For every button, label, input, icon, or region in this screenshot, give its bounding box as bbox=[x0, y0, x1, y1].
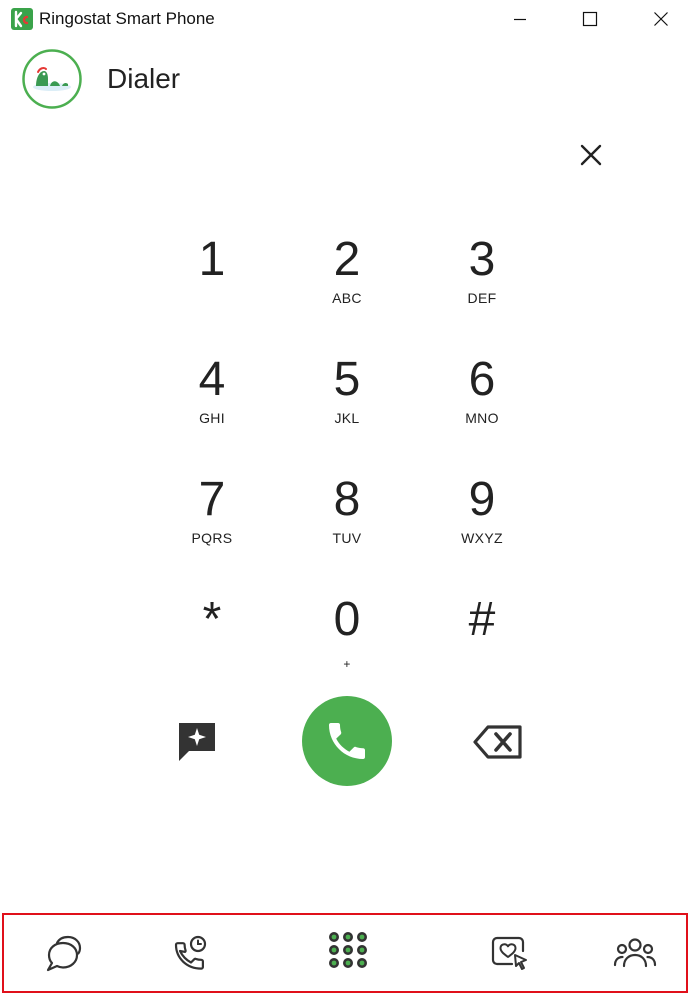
phone-clock-icon bbox=[174, 935, 207, 970]
key-letters: TUV bbox=[332, 530, 362, 546]
key-1[interactable]: 1 bbox=[157, 234, 267, 334]
key-2[interactable]: 2 ABC bbox=[292, 234, 402, 334]
maximize-icon bbox=[582, 11, 598, 27]
key-digit: 9 bbox=[468, 473, 496, 526]
avatar[interactable] bbox=[22, 49, 82, 109]
key-digit: 4 bbox=[198, 353, 226, 406]
key-digit: * bbox=[202, 593, 222, 646]
bottom-navigation bbox=[2, 913, 688, 993]
key-letters: GHI bbox=[199, 410, 225, 426]
key-4[interactable]: 4 GHI bbox=[157, 354, 267, 454]
close-icon bbox=[654, 12, 668, 26]
key-star[interactable]: * bbox=[157, 594, 267, 694]
key-hash[interactable]: # bbox=[427, 594, 537, 694]
key-7[interactable]: 7 PQRS bbox=[157, 474, 267, 574]
key-6[interactable]: 6 MNO bbox=[427, 354, 537, 454]
nav-dialer[interactable] bbox=[313, 915, 383, 991]
send-sms-button[interactable] bbox=[172, 716, 222, 766]
page-title: Dialer bbox=[107, 63, 181, 94]
message-sparkle-icon bbox=[179, 723, 215, 761]
people-icon bbox=[613, 938, 657, 968]
maximize-button[interactable] bbox=[555, 0, 625, 38]
keypad-icon bbox=[329, 932, 367, 968]
key-digit: 5 bbox=[333, 353, 361, 406]
key-digit: 8 bbox=[333, 473, 361, 526]
key-digit: 3 bbox=[468, 233, 496, 286]
clear-input-button[interactable] bbox=[572, 136, 610, 174]
nav-contacts[interactable] bbox=[600, 915, 670, 991]
app-logo-icon bbox=[11, 8, 33, 30]
key-5[interactable]: 5 JKL bbox=[292, 354, 402, 454]
app-title: Ringostat Smart Phone bbox=[39, 9, 215, 28]
key-digit: 0 bbox=[333, 593, 361, 646]
window-close-button[interactable] bbox=[626, 0, 696, 38]
minimize-button[interactable] bbox=[485, 0, 555, 38]
key-letters: PQRS bbox=[191, 530, 233, 546]
key-letters: JKL bbox=[334, 410, 360, 426]
chat-bubbles-icon bbox=[46, 935, 82, 972]
key-letters: DEF bbox=[467, 290, 497, 306]
key-letters: MNO bbox=[465, 410, 499, 426]
key-3[interactable]: 3 DEF bbox=[427, 234, 537, 334]
backspace-button[interactable] bbox=[470, 720, 526, 764]
key-9[interactable]: 9 WXYZ bbox=[427, 474, 537, 574]
key-digit: 1 bbox=[198, 233, 226, 286]
heart-cursor-icon bbox=[491, 936, 527, 970]
key-8[interactable]: 8 TUV bbox=[292, 474, 402, 574]
key-0[interactable]: 0 + bbox=[292, 594, 402, 694]
title-bar: Ringostat Smart Phone bbox=[0, 0, 696, 38]
key-digit: 6 bbox=[468, 353, 496, 406]
key-digit: 2 bbox=[333, 233, 361, 286]
nav-visitors[interactable] bbox=[475, 915, 545, 991]
close-icon bbox=[580, 144, 602, 166]
key-letters: WXYZ bbox=[461, 530, 503, 546]
key-letters: + bbox=[343, 657, 351, 671]
nav-chats[interactable] bbox=[27, 915, 97, 991]
nav-call-history[interactable] bbox=[154, 915, 224, 991]
avatar-logo-icon bbox=[22, 49, 82, 109]
key-digit: 7 bbox=[198, 473, 226, 526]
key-letters: ABC bbox=[332, 290, 362, 306]
key-digit: # bbox=[468, 593, 496, 646]
backspace-icon bbox=[473, 725, 522, 759]
phone-icon bbox=[329, 723, 365, 759]
minimize-icon bbox=[514, 18, 526, 21]
call-button[interactable] bbox=[302, 696, 392, 786]
